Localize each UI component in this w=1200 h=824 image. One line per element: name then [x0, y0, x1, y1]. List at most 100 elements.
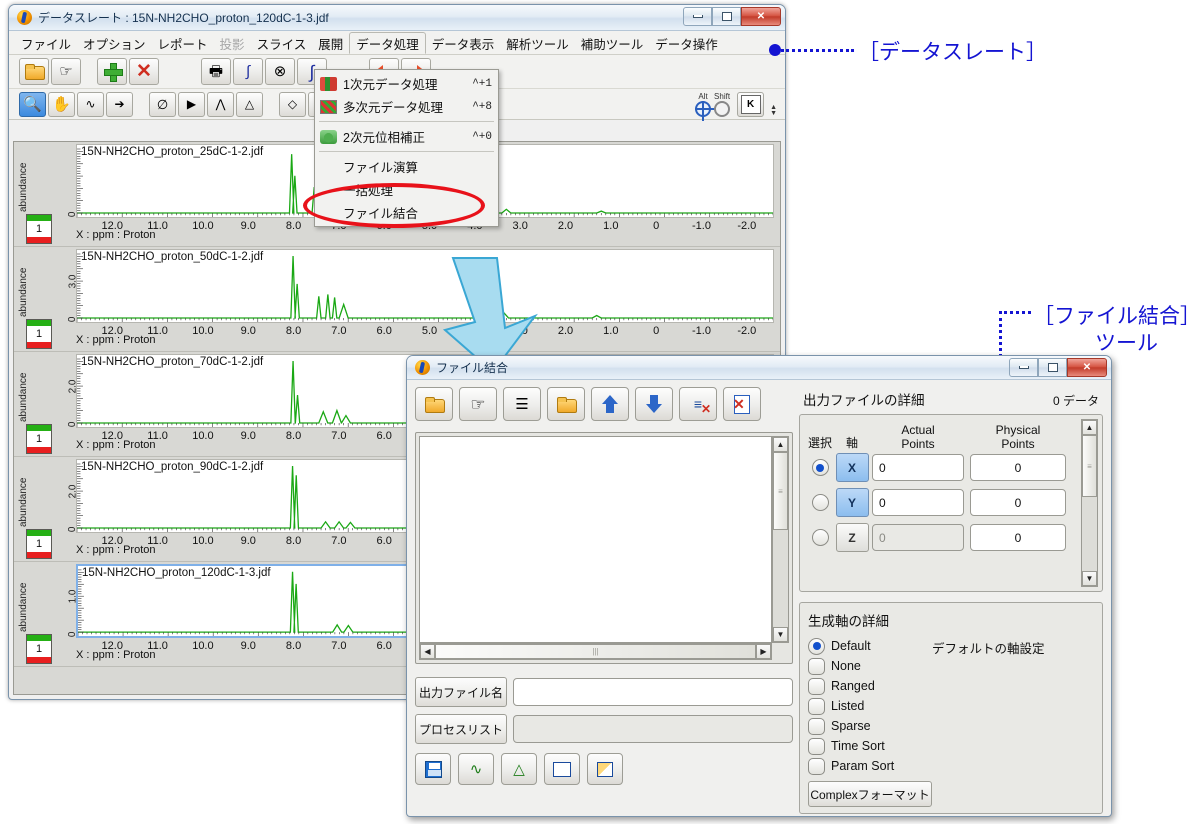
move-down-icon[interactable] [635, 387, 673, 421]
remove-list-item-icon[interactable]: ≡ ✕ [679, 387, 717, 421]
open-folder-icon[interactable] [415, 387, 453, 421]
close-button[interactable]: ✕ [741, 7, 781, 26]
file-list-vertical-scrollbar[interactable]: ▲ ≡ ▼ [772, 436, 789, 643]
spectrum-plot[interactable]: 15N-NH2CHO_proton_50dC-1-2.jdf [76, 249, 774, 323]
axis-option-radio[interactable] [808, 677, 825, 695]
menu-item-1d-processing[interactable]: 1次元データ処理 ^+1 [315, 72, 498, 95]
open-folder-arrow-icon[interactable] [547, 387, 585, 421]
menu-slice[interactable]: スライス [251, 31, 313, 54]
complex-format-button[interactable]: Complexフォーマット [808, 781, 932, 807]
axis-row-x[interactable]: X 0 0 [808, 453, 1096, 482]
stack-layers-icon[interactable]: ☰ [503, 387, 541, 421]
scroll-down-arrow-icon[interactable]: ▼ [773, 627, 788, 642]
axis-select-radio-y[interactable] [811, 494, 829, 511]
save-icon[interactable] [415, 753, 451, 785]
menu-item-batch-processing[interactable]: 一括処理 [315, 178, 498, 201]
merge-file-list-content[interactable] [419, 436, 772, 643]
menu-item-2d-phase-correction[interactable]: 2次元位相補正 ^+0 [315, 125, 498, 148]
baseline-icon[interactable]: ∿ [77, 91, 104, 117]
print-icon[interactable]: 🖶 [201, 58, 231, 85]
physical-points-y[interactable]: 0 [970, 489, 1066, 516]
peak-pick-icon[interactable]: ⋀ [207, 91, 234, 117]
peak-shape-icon[interactable]: △ [236, 91, 263, 117]
axis-option-radio[interactable] [808, 637, 825, 655]
axis-option-radio[interactable] [808, 757, 825, 775]
output-filename-button[interactable]: 出力ファイル名 [415, 677, 507, 707]
axis-scroll-up-icon[interactable]: ▲ [1082, 420, 1097, 435]
menu-expand[interactable]: 展開 [312, 31, 349, 54]
axis-option-radio[interactable] [808, 717, 825, 735]
menu-analysis-tools[interactable]: 解析ツール [500, 31, 575, 54]
scroll-thumb-horizontal[interactable]: ||| [435, 644, 756, 659]
maximize-button[interactable] [712, 7, 741, 26]
axis-option-radio[interactable] [808, 697, 825, 715]
zoom-magnifier-icon[interactable]: 🔍 [19, 91, 46, 117]
dialog-maximize-button[interactable] [1038, 358, 1067, 377]
axis-option-radio[interactable] [808, 657, 825, 675]
axis-option-sparse[interactable]: Sparse [808, 716, 1094, 736]
dialog-minimize-button[interactable] [1009, 358, 1038, 377]
axis-option-param-sort[interactable]: Param Sort [808, 756, 1094, 776]
axis-select-radio-x[interactable] [811, 459, 829, 476]
menu-data-processing[interactable]: データ処理 [349, 32, 426, 54]
menu-item-nd-processing[interactable]: 多次元データ処理 ^+8 [315, 95, 498, 118]
axis-button-z[interactable]: Z [835, 523, 869, 552]
actual-points-x[interactable]: 0 [872, 454, 964, 481]
axis-option-ranged[interactable]: Ranged [808, 676, 1094, 696]
spectrum-badge[interactable]: 1 [26, 529, 52, 559]
process-list-button[interactable]: プロセスリスト [415, 714, 507, 744]
axis-table-scrollbar[interactable]: ▲ ≡ ▼ [1081, 419, 1098, 587]
key-mode-button[interactable]: K [737, 91, 765, 117]
pointing-hand-icon[interactable]: ☞ [51, 58, 81, 85]
spectrum-badge[interactable]: 1 [26, 424, 52, 454]
pointer-select-icon[interactable]: ▶ [178, 91, 205, 117]
axis-scroll-track[interactable] [1082, 497, 1097, 571]
axis-option-radio[interactable] [808, 737, 825, 755]
phase-icon[interactable]: ∅ [149, 91, 176, 117]
diamond-icon[interactable]: ◇ [279, 91, 306, 117]
scroll-up-arrow-icon[interactable]: ▲ [773, 437, 788, 452]
actual-points-y[interactable]: 0 [872, 489, 964, 516]
spectrum-badge[interactable]: 1 [26, 214, 52, 244]
spectrum-peaks-icon[interactable]: △ [501, 753, 537, 785]
pan-hand-icon[interactable]: ✋ [48, 91, 75, 117]
clear-all-icon[interactable]: ✕ [723, 387, 761, 421]
table-view-icon[interactable] [544, 753, 580, 785]
scroll-left-arrow-icon[interactable]: ◀ [420, 644, 435, 659]
shift-modifier[interactable]: Shift [714, 92, 730, 117]
menu-data-display[interactable]: データ表示 [426, 31, 501, 54]
axis-option-time-sort[interactable]: Time Sort [808, 736, 1094, 756]
axis-row-z[interactable]: Z 0 0 [808, 523, 1096, 552]
move-up-icon[interactable] [591, 387, 629, 421]
multi-view-icon[interactable] [587, 753, 623, 785]
menu-item-file-merge[interactable]: ファイル結合 [315, 201, 498, 224]
file-list-horizontal-scrollbar[interactable]: ◀ ||| ▶ [419, 643, 772, 660]
dialog-close-button[interactable]: ✕ [1067, 358, 1107, 377]
physical-points-x[interactable]: 0 [970, 454, 1066, 481]
output-filename-input[interactable] [513, 678, 793, 706]
axis-option-listed[interactable]: Listed [808, 696, 1094, 716]
add-plus-icon[interactable] [97, 58, 127, 85]
menu-data-operation[interactable]: データ操作 [649, 31, 724, 54]
data-processing-dropdown[interactable]: 1次元データ処理 ^+1 多次元データ処理 ^+8 2次元位相補正 ^+0 ファ… [314, 69, 499, 227]
axis-option-none[interactable]: None [808, 656, 1094, 676]
axis-row-y[interactable]: Y 0 0 [808, 488, 1096, 517]
spectrum-row[interactable]: abundance 3.0 0 15N-NH2CHO_proton_50dC-1… [14, 247, 780, 352]
physical-points-z[interactable]: 0 [970, 524, 1066, 551]
scroll-thumb-vertical[interactable]: ≡ [773, 452, 788, 530]
merge-file-list[interactable]: ▲ ≡ ▼ ◀ ||| ▶ [415, 432, 793, 664]
key-spinner[interactable]: ▲ ▼ [770, 104, 777, 117]
process-list-input[interactable] [513, 715, 793, 743]
alt-modifier[interactable]: Alt [695, 92, 716, 121]
scroll-right-arrow-icon[interactable]: ▶ [756, 644, 771, 659]
circle-x-icon[interactable]: ⊗ [265, 58, 295, 85]
scroll-track-vertical[interactable] [773, 530, 788, 627]
pointing-hand-icon[interactable]: ☞ [459, 387, 497, 421]
axis-scroll-thumb[interactable]: ≡ [1082, 435, 1097, 497]
menu-options[interactable]: オプション [77, 31, 152, 54]
menu-helper-tools[interactable]: 補助ツール [575, 31, 650, 54]
axis-scroll-down-icon[interactable]: ▼ [1082, 571, 1097, 586]
fid-waveform-icon[interactable]: ∿ [458, 753, 494, 785]
menu-report[interactable]: レポート [152, 31, 214, 54]
menu-file[interactable]: ファイル [15, 31, 77, 54]
